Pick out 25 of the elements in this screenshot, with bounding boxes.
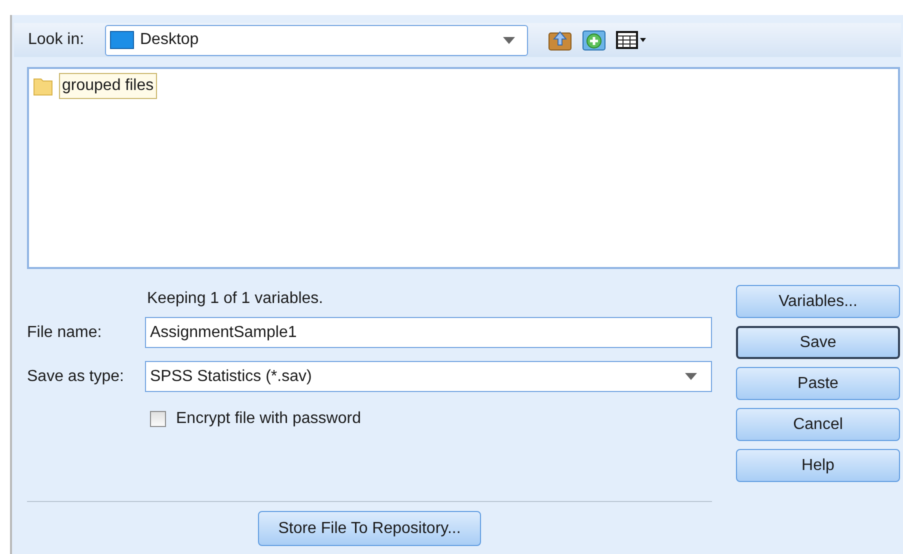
dialog-button[interactable]: Variables... <box>736 285 900 318</box>
up-folder-icon[interactable] <box>548 29 572 51</box>
file-name-label: File name: <box>27 322 103 342</box>
save-as-type-value: SPSS Statistics (*.sav) <box>150 366 313 386</box>
save-as-type-label: Save as type: <box>27 366 125 386</box>
dropdown-arrow-icon[interactable] <box>503 36 515 44</box>
encrypt-checkbox[interactable] <box>150 411 166 427</box>
dialog-button[interactable]: Cancel <box>736 408 900 441</box>
view-menu-icon[interactable] <box>616 30 646 50</box>
status-text: Keeping 1 of 1 variables. <box>147 289 324 309</box>
save-as-type-dropdown[interactable]: SPSS Statistics (*.sav) <box>145 361 712 392</box>
desktop-icon <box>110 31 134 49</box>
look-in-label: Look in: <box>28 30 86 50</box>
dialog-button[interactable]: Save <box>736 326 900 359</box>
store-file-to-repository-button[interactable]: Store File To Repository... <box>258 511 481 546</box>
dialog-button[interactable]: Help <box>736 449 900 482</box>
new-folder-icon[interactable] <box>582 28 606 52</box>
file-item[interactable]: grouped files <box>59 73 157 99</box>
encrypt-label: Encrypt file with password <box>176 409 361 429</box>
folder-icon <box>33 76 53 96</box>
dialog-button[interactable]: Paste <box>736 367 900 400</box>
look-in-value: Desktop <box>140 30 200 50</box>
dropdown-arrow-icon[interactable] <box>685 373 697 380</box>
file-name-field[interactable]: AssignmentSample1 <box>145 317 712 348</box>
look-in-dropdown[interactable]: Desktop <box>105 24 528 56</box>
